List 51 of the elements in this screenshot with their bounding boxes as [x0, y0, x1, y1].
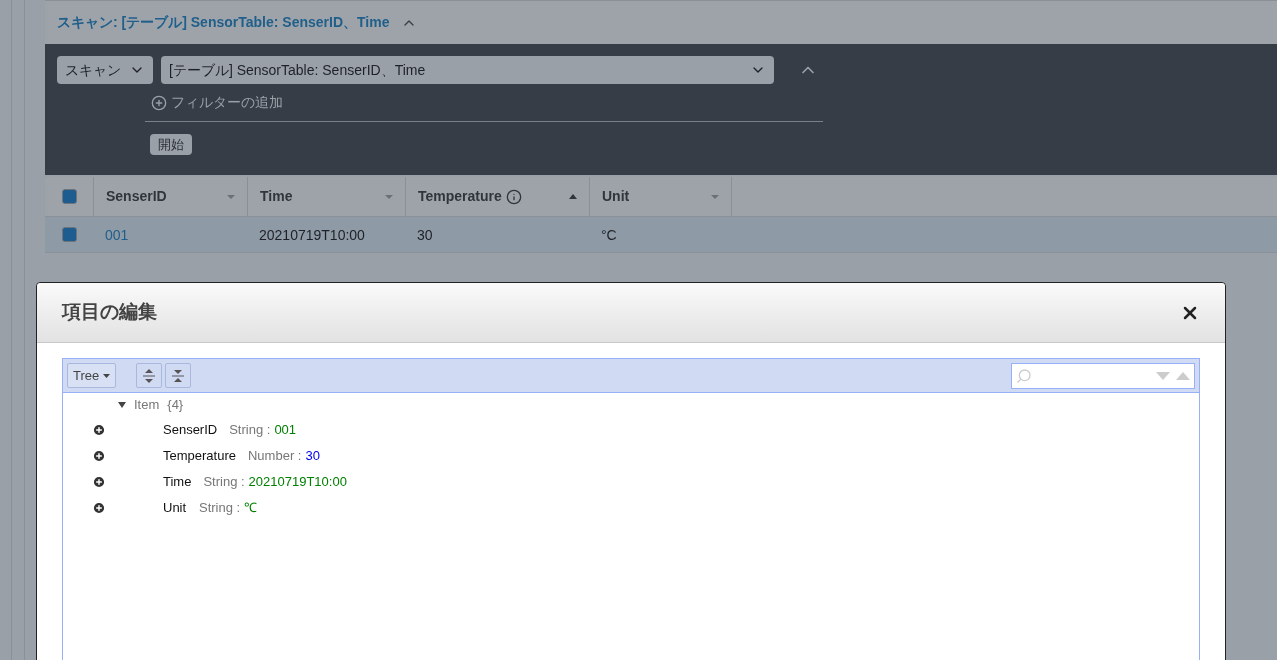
field-value[interactable]: 30	[305, 446, 320, 466]
field-type: String :	[203, 473, 245, 492]
field-type: Number :	[248, 447, 302, 466]
column-label: SenserID	[106, 187, 167, 206]
add-icon[interactable]	[151, 94, 167, 111]
expand-toggle-icon[interactable]	[118, 401, 126, 409]
node-count: {4}	[167, 396, 184, 415]
collapse-all-icon	[171, 367, 186, 384]
caret-icon	[103, 373, 111, 378]
info-icon[interactable]	[505, 188, 522, 205]
search-icon	[1016, 367, 1032, 384]
field-name: Time	[163, 473, 192, 492]
field-type: String :	[229, 421, 271, 440]
field-value[interactable]: ℃	[244, 498, 258, 518]
collapse-all-button[interactable]	[165, 363, 192, 388]
search-field[interactable]	[1011, 362, 1195, 389]
previous-next-icon	[1156, 370, 1190, 381]
field-name: Temperature	[163, 447, 236, 466]
tree-node-label: Item	[134, 396, 160, 415]
checkbox[interactable]	[61, 227, 77, 242]
column-label: Unit	[602, 187, 630, 206]
column-header[interactable]: Temperature	[405, 177, 589, 216]
dialog-title: 項目の編集	[62, 300, 157, 325]
scan-title[interactable]: スキャン: [テーブル] SensorTable: SenserID、Time	[57, 12, 390, 33]
mode-select[interactable]: スキャン	[57, 56, 153, 84]
target-select[interactable]: [テーブル] SensorTable: SenserID、Time	[161, 56, 774, 84]
add-field-icon[interactable]	[92, 475, 106, 489]
field-type: String :	[199, 499, 241, 518]
checkbox[interactable]	[61, 189, 77, 204]
table-cell: 20210719T10:00	[259, 226, 365, 243]
table-cell: °C	[601, 226, 617, 243]
column-header[interactable]: SenserID	[93, 177, 247, 216]
field-name: Unit	[163, 499, 187, 518]
column-header[interactable]: Unit	[589, 177, 731, 216]
field-name: SenserID	[163, 421, 218, 440]
expand-all-button[interactable]	[136, 363, 163, 388]
view-mode-button[interactable]: Tree	[67, 363, 117, 388]
start-button[interactable]: 開始	[150, 134, 192, 156]
table-row[interactable]: 001 20210719T10:00 30 °C	[45, 217, 1277, 253]
add-field-icon[interactable]	[92, 501, 106, 515]
add-filter-link[interactable]: フィルターの追加	[171, 92, 283, 113]
column-label: Time	[260, 187, 293, 206]
expand-all-icon	[142, 367, 157, 384]
field-value[interactable]: 20210719T10:00	[248, 472, 347, 492]
table-cell: 30	[417, 226, 433, 243]
column-header[interactable]: Time	[247, 177, 405, 216]
field-value[interactable]: 001	[274, 420, 297, 440]
add-field-icon[interactable]	[92, 423, 106, 437]
sort-ascending-icon[interactable]	[569, 194, 577, 199]
add-field-icon[interactable]	[92, 449, 106, 463]
column-label: Temperature	[418, 187, 502, 206]
